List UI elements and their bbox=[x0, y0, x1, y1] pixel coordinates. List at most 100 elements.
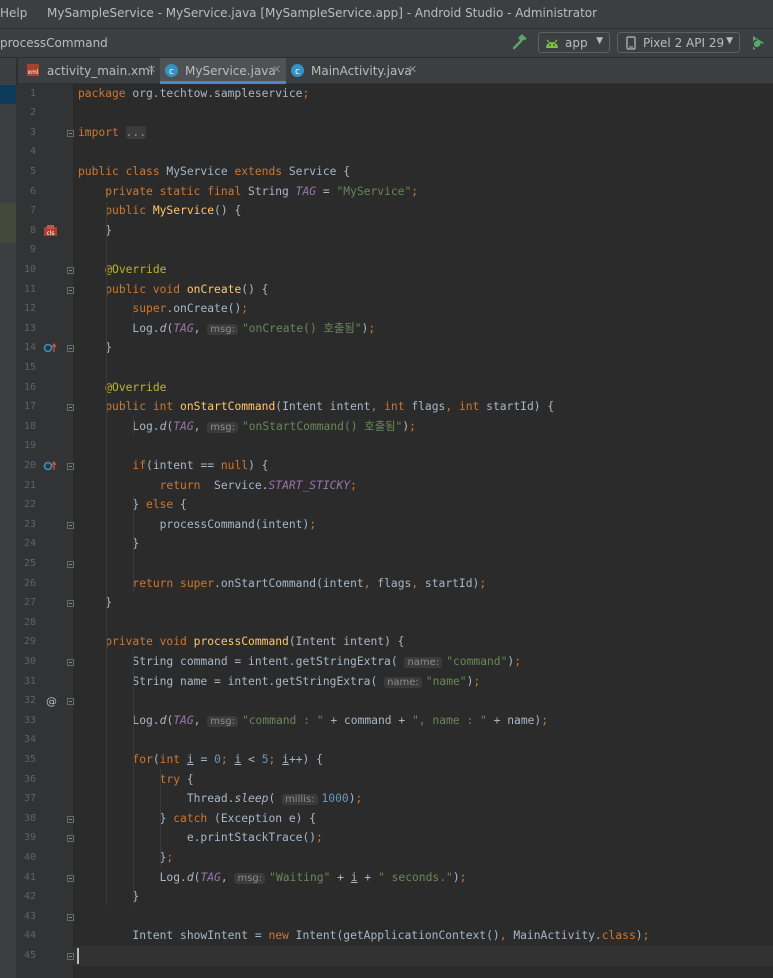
fold-icon[interactable] bbox=[67, 835, 74, 843]
code-token: } bbox=[78, 811, 174, 825]
code-token: d bbox=[186, 870, 194, 884]
code-token: return super bbox=[132, 576, 215, 590]
code-token: import bbox=[78, 125, 126, 139]
fold-icon[interactable] bbox=[67, 560, 74, 568]
tab-myservice-java[interactable]: c MyService.java ✕ bbox=[160, 58, 286, 84]
code-token: TAG bbox=[173, 321, 194, 335]
code-token: TAG bbox=[173, 419, 194, 433]
override-icon[interactable] bbox=[43, 342, 59, 357]
code-line: processCommand(intent); bbox=[78, 518, 316, 532]
svg-text:xml: xml bbox=[27, 69, 38, 76]
line-number: 16 bbox=[23, 381, 36, 393]
code-token: int bbox=[384, 400, 412, 414]
code-token: "name" bbox=[425, 674, 467, 688]
close-icon[interactable]: ✕ bbox=[408, 63, 417, 76]
code-token: } bbox=[78, 498, 147, 512]
fold-icon[interactable] bbox=[67, 874, 74, 882]
code-token: catch bbox=[173, 811, 215, 825]
indent-guide bbox=[160, 768, 161, 867]
code-token: else bbox=[146, 498, 181, 512]
code-token: ; bbox=[350, 478, 357, 492]
code-token: name: bbox=[404, 656, 443, 668]
code-token: () { bbox=[214, 204, 242, 218]
line-number: 41 bbox=[23, 871, 36, 883]
line-number: 5 bbox=[29, 165, 36, 177]
line-number: 17 bbox=[23, 401, 36, 413]
code-line: } bbox=[78, 537, 139, 551]
code-token: Intent showIntent = bbox=[78, 929, 269, 943]
editor-gutter[interactable] bbox=[17, 84, 73, 978]
line-number: 33 bbox=[23, 714, 36, 726]
tab-mainactivity-java[interactable]: c MainActivity.java ✕ bbox=[286, 58, 426, 84]
fold-icon[interactable] bbox=[67, 815, 74, 823]
code-token: } bbox=[78, 850, 167, 864]
code-token: processCommand(intent) bbox=[78, 517, 310, 531]
code-token: e.printStackTrace() bbox=[78, 831, 317, 845]
class-icon[interactable]: cls bbox=[43, 224, 59, 240]
fold-icon[interactable] bbox=[67, 658, 74, 666]
code-token: ; bbox=[473, 674, 481, 688]
code-token: ; bbox=[411, 184, 419, 198]
code-line: } bbox=[78, 890, 139, 904]
fold-icon[interactable] bbox=[67, 345, 74, 353]
code-line: import ... bbox=[78, 125, 147, 140]
code-token: msg: bbox=[234, 872, 266, 884]
code-token: TAG bbox=[295, 184, 317, 198]
code-token: ... bbox=[125, 125, 147, 139]
close-icon[interactable]: ✕ bbox=[272, 63, 281, 76]
menu-help[interactable]: Help bbox=[0, 6, 27, 20]
tab-activity-main-xml[interactable]: xml activity_main.xml ✕ bbox=[22, 58, 160, 84]
fold-icon[interactable] bbox=[67, 462, 74, 470]
code-line: super.onCreate(); bbox=[78, 302, 248, 316]
code-token: , bbox=[193, 419, 208, 433]
code-token: ; bbox=[268, 752, 283, 766]
code-token: millis: bbox=[282, 794, 318, 806]
code-token: .onCreate() bbox=[166, 302, 242, 316]
line-number: 43 bbox=[23, 910, 36, 922]
code-token: ( bbox=[268, 792, 283, 806]
code-token: onStartCommand bbox=[180, 400, 276, 414]
run-icon[interactable] bbox=[749, 34, 767, 52]
code-line: Log.d(TAG, msg: "command : " + command + … bbox=[78, 714, 548, 729]
code-line: @Override bbox=[78, 381, 166, 395]
code-line: Log.d(TAG, msg: "onStartCommand() 호출됨"); bbox=[78, 420, 416, 435]
code-token: ; bbox=[642, 929, 650, 943]
line-number: 9 bbox=[29, 244, 36, 256]
line-number: 27 bbox=[23, 597, 36, 609]
code-token: (intent == bbox=[146, 458, 221, 472]
hammer-icon[interactable] bbox=[511, 33, 529, 51]
code-token: "onStartCommand() 호출됨" bbox=[241, 419, 403, 433]
code-token: (Intent intent bbox=[275, 400, 371, 414]
breadcrumb[interactable]: processCommand bbox=[0, 36, 108, 50]
close-icon[interactable]: ✕ bbox=[147, 63, 156, 76]
line-number: 34 bbox=[23, 734, 36, 746]
fold-icon[interactable] bbox=[67, 129, 74, 137]
run-configuration-select[interactable]: app ▼ bbox=[538, 32, 610, 53]
run-configuration-label: app bbox=[565, 36, 588, 50]
device-select[interactable]: Pixel 2 API 29 ▼ bbox=[617, 32, 740, 53]
line-number: 2 bbox=[29, 107, 36, 119]
code-token: () { bbox=[241, 282, 269, 296]
code-token: String name = intent.getStringExtra( bbox=[78, 674, 385, 688]
project-selection-highlight bbox=[0, 85, 16, 104]
code-line: String name = intent.getStringExtra( nam… bbox=[78, 675, 480, 690]
phone-icon bbox=[626, 36, 636, 50]
at-icon[interactable]: @ bbox=[46, 695, 57, 708]
fold-icon[interactable] bbox=[67, 404, 74, 412]
fold-icon[interactable] bbox=[67, 698, 74, 706]
fold-icon[interactable] bbox=[67, 913, 74, 921]
code-token: ; bbox=[459, 870, 467, 884]
line-number: 30 bbox=[23, 655, 36, 667]
project-panel-strip bbox=[0, 58, 17, 978]
fold-icon[interactable] bbox=[67, 266, 74, 274]
fold-icon[interactable] bbox=[67, 952, 74, 960]
code-token: ; bbox=[316, 831, 323, 845]
code-token: (Exception e) { bbox=[214, 811, 317, 825]
fold-icon[interactable] bbox=[67, 521, 74, 529]
fold-icon[interactable] bbox=[67, 286, 74, 294]
fold-icon[interactable] bbox=[67, 600, 74, 608]
override-icon[interactable] bbox=[43, 460, 59, 475]
